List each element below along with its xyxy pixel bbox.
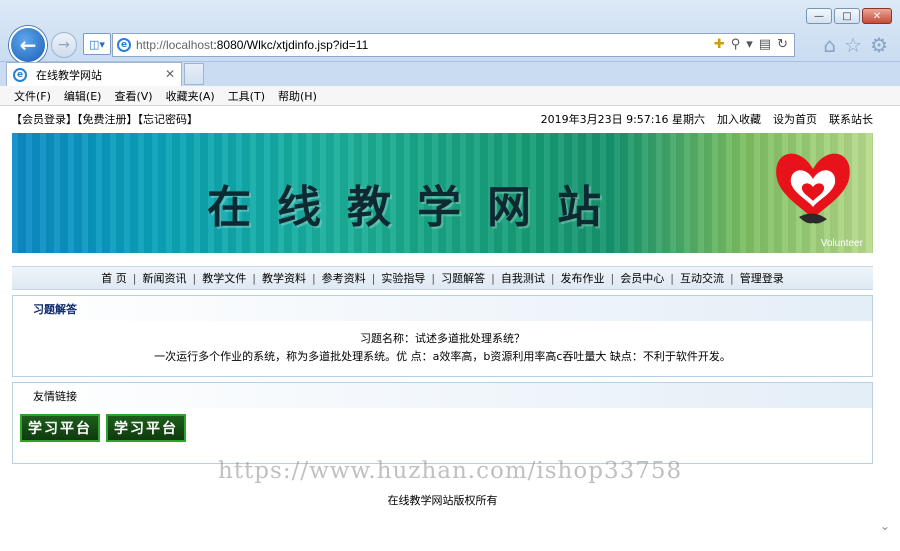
maximize-icon[interactable]: □ (834, 8, 860, 24)
browser-tab[interactable]: e 在线教学网站 ✕ (6, 62, 182, 86)
tab-close-icon[interactable]: ✕ (165, 67, 175, 81)
qa-answer: 一次运行多个作业的系统，称为多道批处理系统。优 点：a效率高，b资源利用率高c吞… (154, 350, 731, 363)
learning-platform-link[interactable]: 学习平台 (20, 414, 100, 442)
toolbar-icons: ⌂ ☆ ⚙ (823, 33, 888, 57)
menu-edit[interactable]: 编辑(E) (64, 88, 102, 104)
browser-titlebar: — □ ✕ ← → ◫▾ e http://localhost:8080/Wlk… (0, 0, 900, 64)
datetime: 2019年3月23日 9:57:16 星期六 (540, 113, 705, 126)
qa-panel-heading: 习题解答 (13, 296, 872, 321)
watermark-text: https://www.huzhan.com/ishop33758 (218, 458, 683, 484)
tab-ie-icon: e (13, 67, 27, 82)
topbar-right: 2019年3月23日 9:57:16 星期六 加入收藏 设为首页 联系站长 (537, 111, 873, 127)
url-path: :8080/Wlkc/xtjdinfo.jsp?id=11 (213, 38, 369, 52)
qa-content: 习题名称：试述多道批处理系统？ 一次运行多个作业的系统，称为多道批处理系统。优 … (13, 321, 872, 366)
volunteer-heart-logo (776, 153, 850, 224)
favorites-star-icon[interactable]: ☆ (844, 33, 862, 57)
close-icon[interactable]: ✕ (862, 8, 892, 24)
nav-references[interactable]: 参考资料 (316, 270, 372, 286)
address-icons: ✚ ⚲ ▾ ▤ ↻ (714, 37, 788, 52)
site-banner: 在线教学网站 Volunteer (12, 133, 873, 253)
menu-view[interactable]: 查看(V) (114, 88, 152, 104)
links-panel-heading: 友情链接 (13, 383, 872, 408)
account-links[interactable]: 【会员登录】【免费注册】【忘记密码】 (11, 111, 537, 127)
add-site-icon[interactable]: ✚ (714, 37, 725, 52)
nav-member-center[interactable]: 会员中心 (614, 270, 670, 286)
ie-page-icon: e (117, 38, 131, 52)
learning-platform-link[interactable]: 学习平台 (106, 414, 186, 442)
nav-teaching-files[interactable]: 教学文件 (196, 270, 252, 286)
tab-row: e 在线教学网站 ✕ (0, 62, 900, 86)
nav-teaching-materials[interactable]: 教学资料 (256, 270, 312, 286)
home-icon[interactable]: ⌂ (823, 33, 836, 57)
page-footer: 在线教学网站版权所有 (387, 494, 498, 507)
url-text[interactable]: http://localhost:8080/Wlkc/xtjdinfo.jsp?… (136, 38, 368, 52)
logo-text: Volunteer (820, 238, 863, 249)
scroll-down-icon[interactable]: ⌄ (880, 519, 890, 533)
contact-link[interactable]: 联系站长 (829, 111, 873, 127)
window-controls: — □ ✕ (806, 8, 892, 24)
gear-icon[interactable]: ⚙ (870, 33, 888, 57)
address-bar[interactable]: e http://localhost:8080/Wlkc/xtjdinfo.js… (112, 33, 795, 57)
page-topbar: 【会员登录】【免费注册】【忘记密码】 2019年3月23日 9:57:16 星期… (11, 110, 873, 128)
minimize-icon[interactable]: — (806, 8, 832, 24)
menu-tools[interactable]: 工具(T) (228, 88, 265, 104)
add-favorite-link[interactable]: 加入收藏 (717, 111, 761, 127)
nav-admin-login[interactable]: 管理登录 (734, 270, 790, 286)
nav-home[interactable]: 首 页 (95, 270, 133, 286)
nav-exercise-answers[interactable]: 习题解答 (435, 270, 491, 286)
search-icon[interactable]: ⚲ (731, 37, 741, 52)
chevron-down-icon[interactable]: ▾ (746, 37, 753, 52)
site-nav: 首 页 | 新闻资讯 | 教学文件 | 教学资料 | 参考资料 | 实验指导 | 习题解答 |… (12, 266, 873, 290)
compatibility-view-icon[interactable]: ◫▾ (83, 33, 111, 55)
qa-panel: 习题解答 习题名称：试述多道批处理系统？ 一次运行多个作业的系统，称为多道批处理… (12, 295, 873, 377)
menu-help[interactable]: 帮助(H) (278, 88, 317, 104)
nav-self-test[interactable]: 自我测试 (495, 270, 551, 286)
refresh-icon[interactable]: ↻ (777, 37, 788, 52)
forward-arrow-icon[interactable]: → (51, 32, 77, 58)
url-host: http://localhost (136, 38, 214, 52)
links-panel: 友情链接 学习平台 学习平台 (12, 382, 873, 464)
tab-title: 在线教学网站 (36, 68, 102, 82)
set-home-link[interactable]: 设为首页 (773, 111, 817, 127)
nav-publish-homework[interactable]: 发布作业 (555, 270, 611, 286)
nav-interaction[interactable]: 互动交流 (674, 270, 730, 286)
nav-news[interactable]: 新闻资讯 (137, 270, 193, 286)
new-tab-button[interactable] (184, 63, 204, 85)
qa-question: 习题名称：试述多道批处理系统？ (360, 332, 525, 345)
friend-links: 学习平台 学习平台 (13, 408, 872, 442)
menu-file[interactable]: 文件(F) (14, 88, 51, 104)
nav-lab-guide[interactable]: 实验指导 (375, 270, 431, 286)
menu-bar: 文件(F) 编辑(E) 查看(V) 收藏夹(A) 工具(T) 帮助(H) (0, 86, 900, 106)
back-arrow-icon[interactable]: ← (9, 26, 47, 64)
menu-favorites[interactable]: 收藏夹(A) (166, 88, 215, 104)
banner-title: 在线教学网站 (207, 182, 627, 233)
web-page: 【会员登录】【免费注册】【忘记密码】 2019年3月23日 9:57:16 星期… (0, 107, 900, 551)
compat-page-icon[interactable]: ▤ (759, 37, 771, 52)
